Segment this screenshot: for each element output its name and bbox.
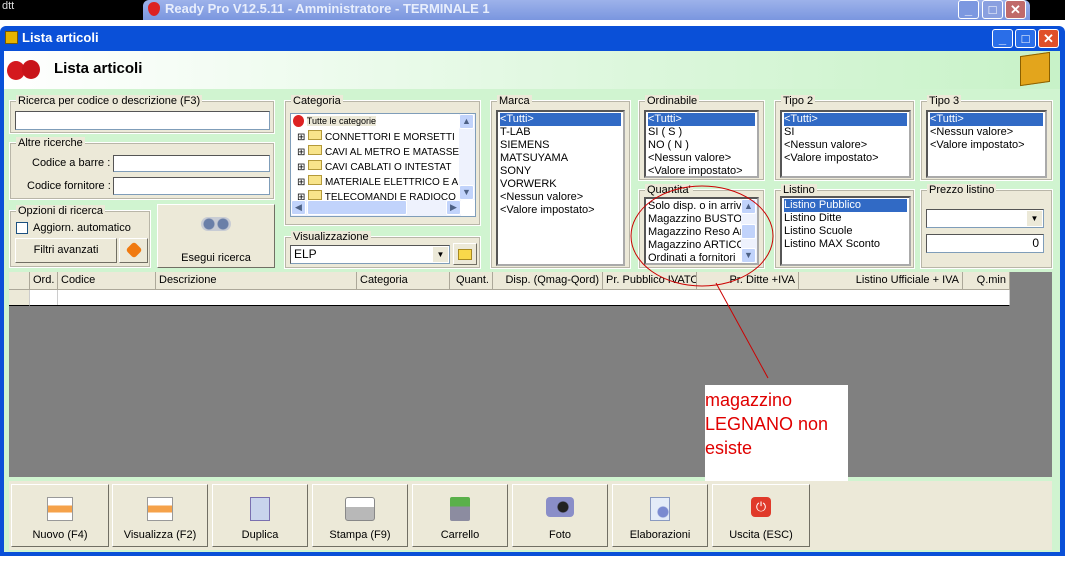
annotation-arrow-line xyxy=(715,282,769,379)
annotation-overlay xyxy=(630,185,774,379)
annotation-text: magazzino LEGNANO non esiste xyxy=(705,390,829,458)
annotation-ellipse xyxy=(630,185,774,287)
annotation-note: magazzino LEGNANO non esiste xyxy=(705,385,848,481)
